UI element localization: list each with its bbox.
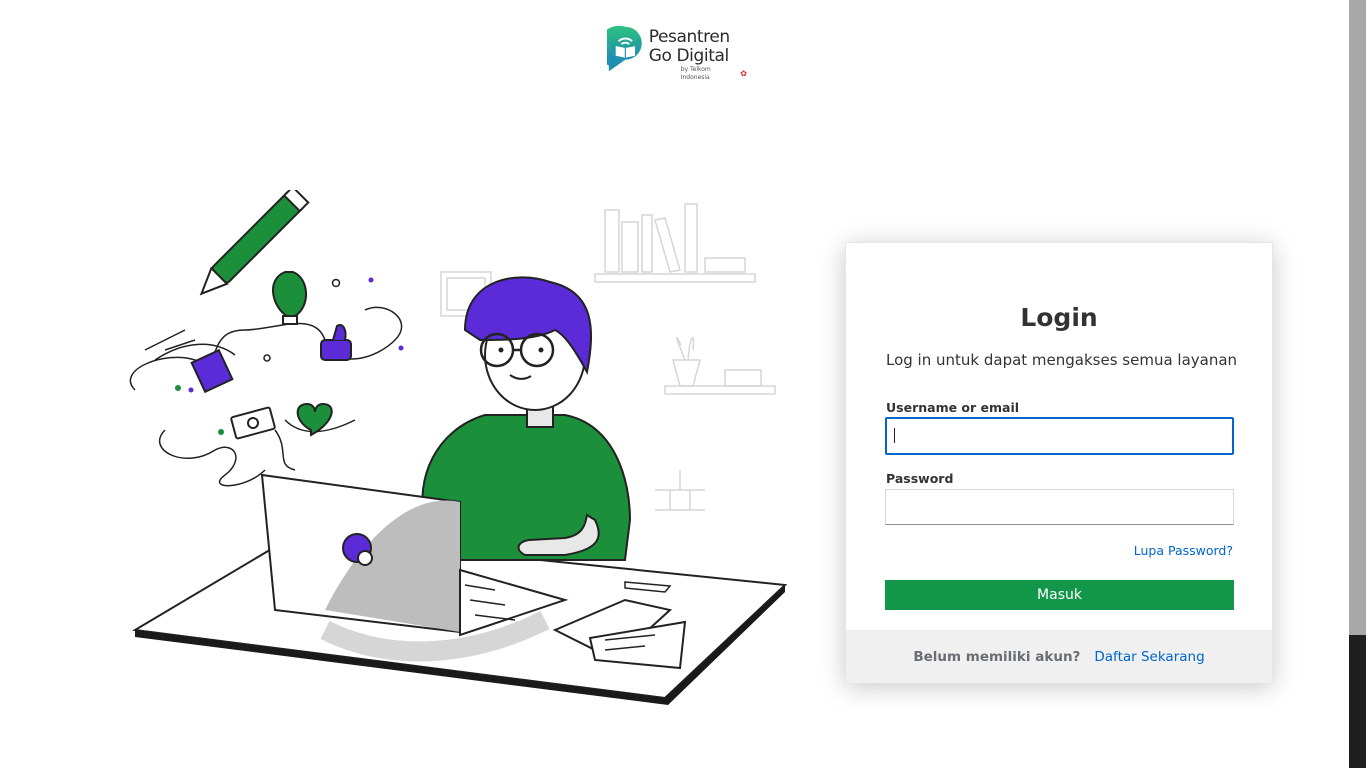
login-card: Login Log in untuk dapat mengakses semua… (845, 242, 1273, 683)
forgot-password-link[interactable]: Lupa Password? (1134, 543, 1233, 558)
login-page: Pesantren Go Digital by Telkom Indonesia… (0, 0, 1366, 768)
brand-subline: by Telkom Indonesia ✿ (681, 66, 747, 82)
login-submit-button[interactable]: Masuk (885, 580, 1234, 610)
register-question: Belum memiliki akun? (913, 648, 1081, 665)
brand-line-1: Pesantren (648, 27, 730, 47)
username-input[interactable] (885, 417, 1234, 455)
hero-illustration (129, 190, 788, 705)
brand-sub-text: by Telkom Indonesia (680, 66, 711, 81)
page-scrollbar-thumb[interactable] (1349, 0, 1366, 635)
login-subtitle: Log in untuk dapat mengakses semua layan… (886, 351, 1238, 369)
brand-logo: Pesantren Go Digital by Telkom Indonesia… (607, 24, 747, 81)
book-wifi-icon (607, 25, 642, 72)
password-input[interactable] (885, 489, 1234, 525)
telkom-mark-icon: ✿ (740, 69, 747, 78)
username-label: Username or email (886, 400, 1020, 415)
brand-line-2: Go Digital (648, 46, 730, 66)
login-title: Login (1020, 303, 1098, 332)
password-label: Password (886, 471, 954, 486)
register-footer: Belum memiliki akun? Daftar Sekarang (846, 630, 1272, 683)
brand-wordmark: Pesantren Go Digital by Telkom Indonesia… (649, 28, 747, 82)
text-caret (894, 428, 895, 443)
register-link[interactable]: Daftar Sekarang (1094, 649, 1204, 665)
